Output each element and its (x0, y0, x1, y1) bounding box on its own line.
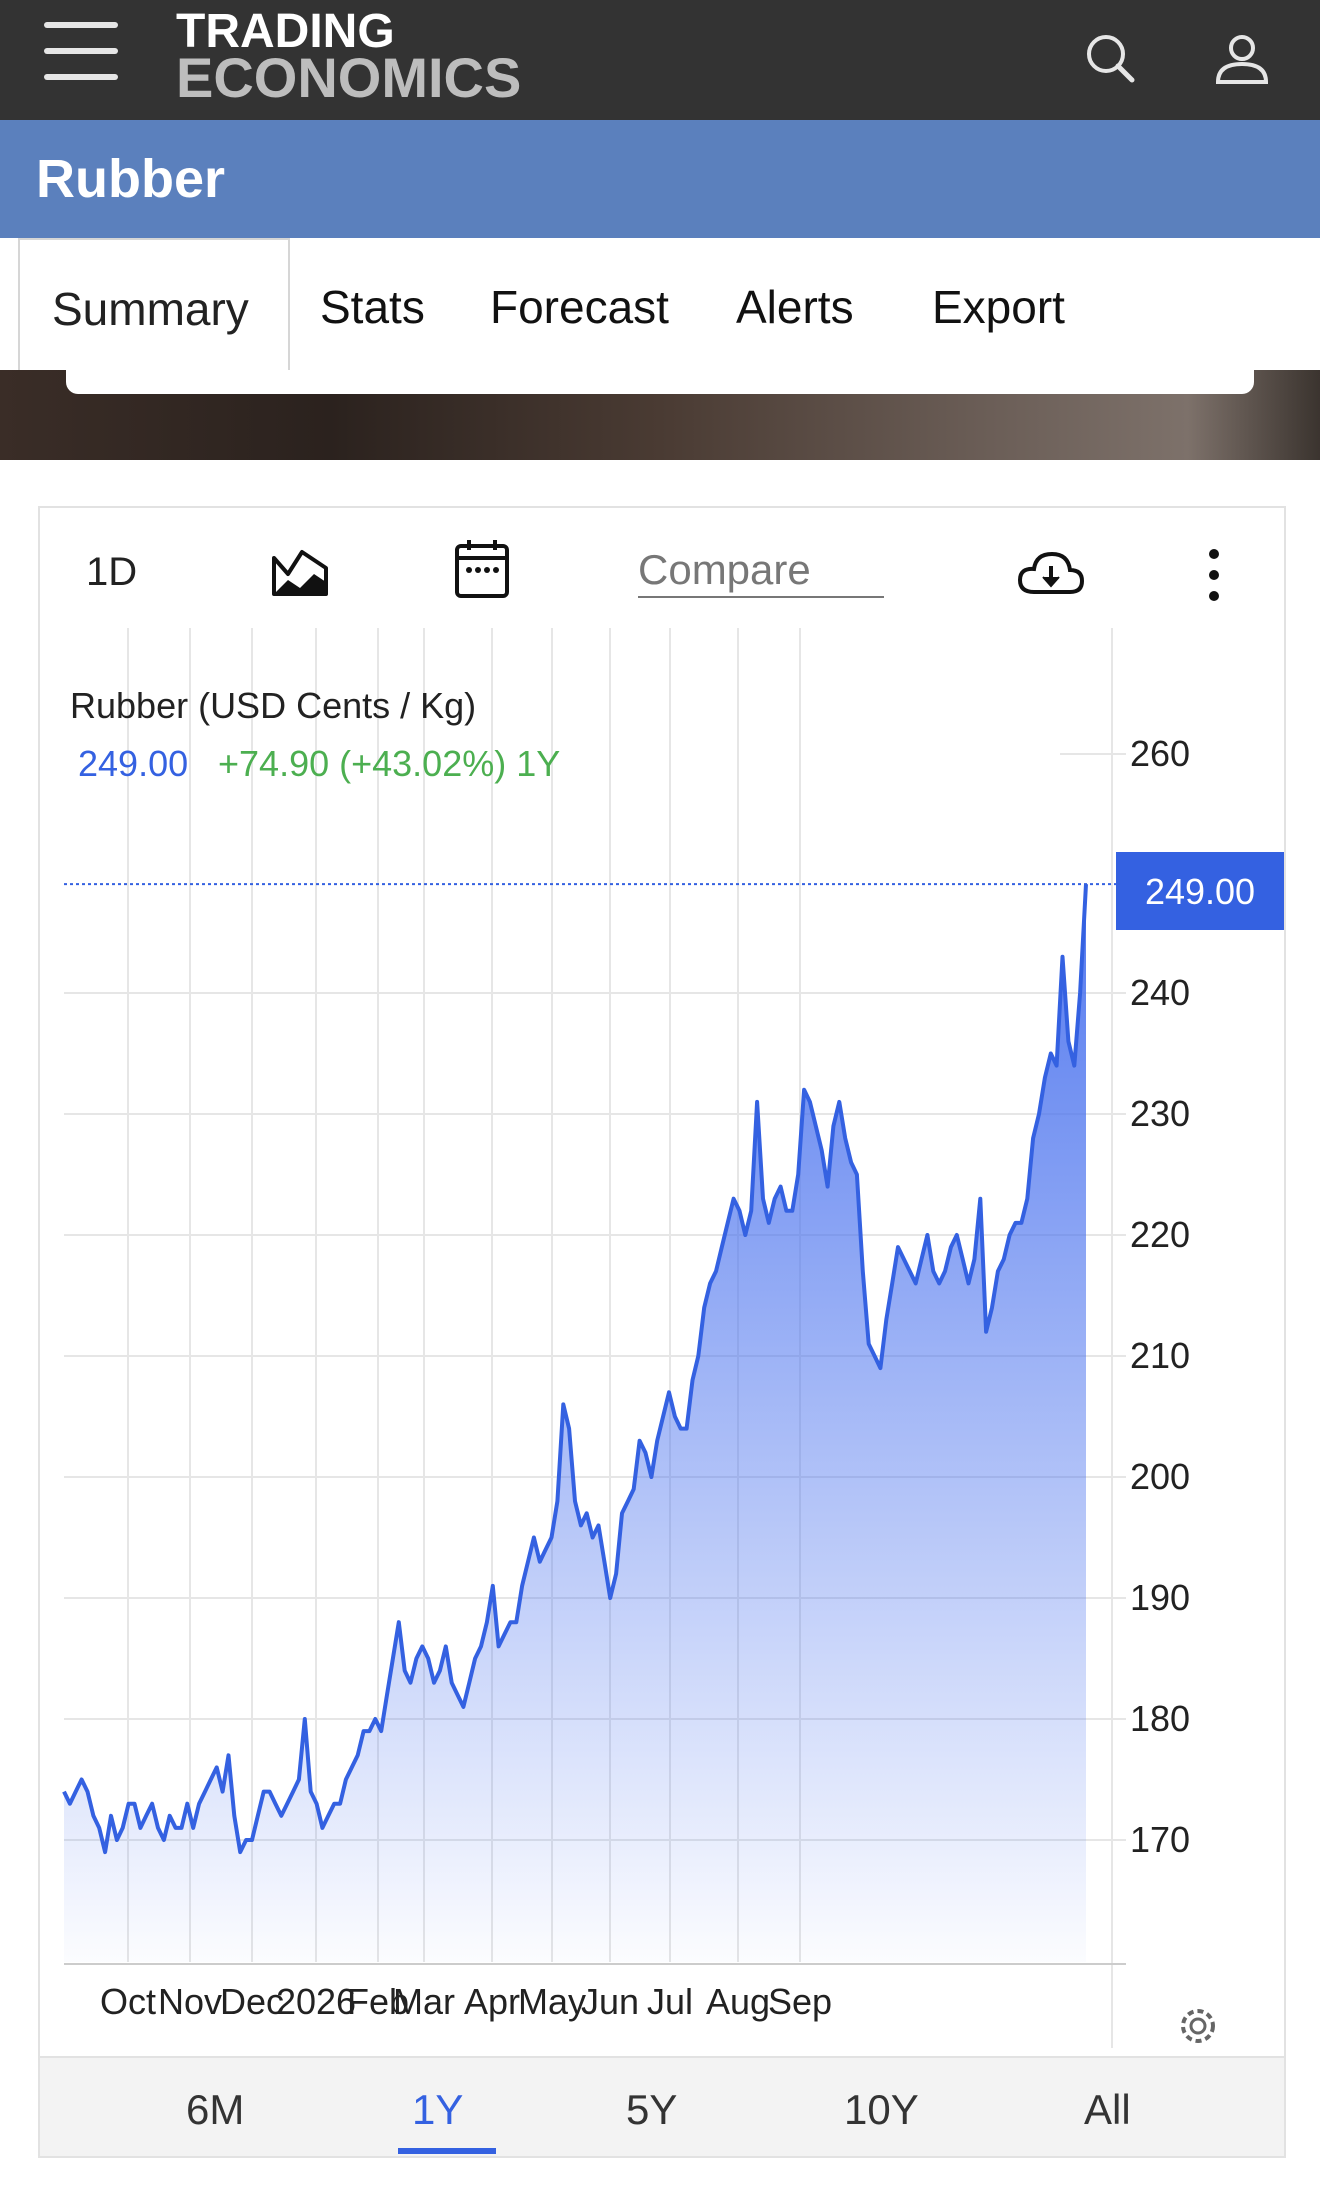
user-account-icon[interactable] (1212, 28, 1272, 88)
active-range-indicator (398, 2148, 496, 2154)
title-bar: Rubber (0, 120, 1320, 238)
range-5y-button[interactable]: 5Y (626, 2086, 677, 2134)
tab-summary[interactable]: Summary (18, 238, 290, 372)
range-all-button[interactable]: All (1084, 2086, 1131, 2134)
x-tick-label: Jun (581, 1981, 639, 2022)
x-tick-label: Sep (768, 1981, 832, 2022)
chart-widget: 1D Compare Oct Nov Dec 2026 Feb Mar Apr May Jun J… (38, 506, 1286, 2158)
chart-change-text: +74.90 (+43.02%) 1Y (218, 743, 560, 784)
search-icon[interactable] (1080, 28, 1140, 88)
y-tick-label: 180 (1130, 1698, 1190, 1739)
x-tick-label: May (518, 1981, 586, 2022)
x-tick-label: Apr (464, 1981, 520, 2022)
chart-series-title: Rubber (USD Cents / Kg) (70, 685, 476, 726)
page-title: Rubber (36, 149, 225, 209)
x-tick-label: Oct (100, 1981, 156, 2022)
top-nav-bar: TRADING ECONOMICS (0, 0, 1320, 120)
price-chart[interactable]: Oct NovDec2026FebMar AprMayJun Jul AugSep 17… (40, 508, 1284, 2048)
x-tick-label: Nov (158, 1981, 222, 2022)
x-tick-label: Dec (220, 1981, 284, 2022)
tab-bar: Summary Stats Forecast Alerts Export (18, 238, 1320, 372)
tab-export[interactable]: Export (932, 280, 1065, 334)
x-tick-label: Jul (647, 1981, 693, 2022)
x-tick-label: 2026 (276, 1981, 356, 2022)
x-tick-label: Aug (706, 1981, 770, 2022)
y-tick-label: 210 (1130, 1335, 1190, 1376)
tab-alerts[interactable]: Alerts (736, 280, 854, 334)
range-6m-button[interactable]: 6M (186, 2086, 244, 2134)
x-tick-label: Mar (393, 1981, 455, 2022)
y-tick-label: 260 (1130, 733, 1190, 774)
range-1y-button[interactable]: 1Y (412, 2086, 463, 2134)
tab-forecast[interactable]: Forecast (490, 280, 669, 334)
y-tick-label: 200 (1130, 1456, 1190, 1497)
menu-icon[interactable] (44, 22, 118, 82)
trading-economics-logo[interactable]: TRADING ECONOMICS (176, 7, 521, 106)
y-tick-label: 230 (1130, 1093, 1190, 1134)
chart-last-value: 249.00 (78, 743, 188, 784)
banner-image (0, 370, 1320, 460)
tab-stats[interactable]: Stats (320, 280, 425, 334)
y-tick-label: 190 (1130, 1577, 1190, 1618)
range-10y-button[interactable]: 10Y (844, 2086, 919, 2134)
price-tag-label: 249.00 (1145, 871, 1255, 912)
y-tick-label: 170 (1130, 1819, 1190, 1860)
chart-area (64, 884, 1086, 1962)
range-selector: 6M 1Y 5Y 10Y All (40, 2056, 1284, 2156)
y-tick-label: 240 (1130, 972, 1190, 1013)
y-tick-label: 220 (1130, 1214, 1190, 1255)
settings-gear-icon[interactable] (1181, 2009, 1215, 2043)
banner-card (66, 370, 1254, 394)
